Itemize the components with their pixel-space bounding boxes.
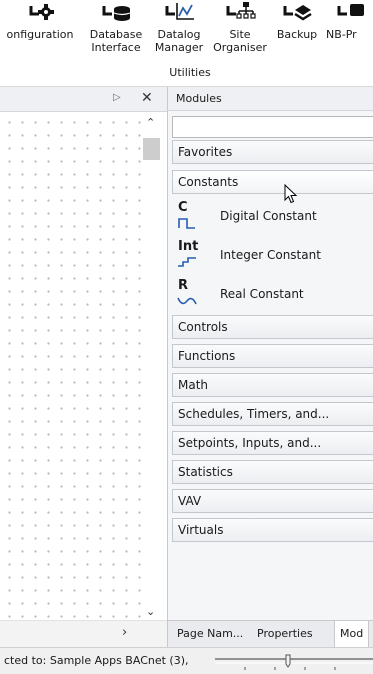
nb-pro-label: NB-Pr <box>326 28 357 41</box>
site-organiser-icon <box>226 2 256 19</box>
category-math[interactable]: Math <box>172 373 373 397</box>
module-name: Integer Constant <box>220 248 321 262</box>
scroll-right-icon[interactable]: › <box>122 625 127 640</box>
connection-status-text: cted to: Sample Apps BACnet (3), <box>4 654 189 667</box>
configuration-button[interactable]: onfiguration <box>0 0 82 66</box>
module-abbr: Int <box>178 239 199 254</box>
configuration-label: onfiguration <box>6 28 74 41</box>
zoom-slider[interactable] <box>215 653 373 671</box>
digital-wave-icon <box>178 218 195 229</box>
tab-page-name[interactable]: Page Nam... <box>172 621 248 647</box>
integer-step-icon <box>178 257 196 267</box>
scroll-up-icon[interactable]: ⌃ <box>146 116 155 129</box>
modules-panel: Modules Favorites Constants C Digital Co… <box>168 87 373 648</box>
nb-pro-button[interactable]: NB-Pr <box>322 0 373 66</box>
category-controls[interactable]: Controls <box>172 315 373 339</box>
horizontal-scrollbar[interactable]: › <box>0 620 167 647</box>
close-icon[interactable]: ✕ <box>141 90 153 106</box>
mouse-cursor-icon <box>284 184 298 204</box>
category-favorites[interactable]: Favorites <box>172 140 373 164</box>
slider-thumb <box>285 654 291 668</box>
tab-modules[interactable]: Mod <box>334 621 370 647</box>
module-name: Digital Constant <box>220 209 317 223</box>
category-vav[interactable]: VAV <box>172 489 373 513</box>
category-virtuals[interactable]: Virtuals <box>172 518 373 542</box>
scrollbar-thumb[interactable] <box>143 138 160 160</box>
tab-properties[interactable]: Properties <box>252 621 318 647</box>
module-abbr: R <box>178 278 189 293</box>
scroll-down-icon[interactable]: ⌄ <box>146 605 155 618</box>
datalog-chart-icon <box>165 3 194 20</box>
diagram-panel: ▷ ✕ ⌃ ⌄ › <box>0 87 168 647</box>
diagram-panel-header: ▷ ✕ <box>0 87 167 112</box>
status-bar: cted to: Sample Apps BACnet (3), <box>0 647 373 674</box>
database-icon <box>102 6 131 21</box>
database-interface-button[interactable]: Database Interface <box>85 0 147 66</box>
ribbon-toolbar: onfiguration Database Interface Datalog … <box>0 0 373 87</box>
datalog-manager-label: Datalog Manager <box>154 28 204 54</box>
backup-icon <box>283 5 312 21</box>
configuration-icon <box>29 4 54 20</box>
category-constants[interactable]: Constants <box>172 170 373 194</box>
database-interface-label: Database Interface <box>89 28 143 54</box>
module-integer-constant[interactable]: Int Integer Constant <box>172 237 373 275</box>
module-digital-constant[interactable]: C Digital Constant <box>172 198 373 236</box>
datalog-manager-button[interactable]: Datalog Manager <box>150 0 208 66</box>
category-setpoints-inputs[interactable]: Setpoints, Inputs, and... <box>172 431 373 455</box>
panel-tab-strip: Page Nam... Properties Mod <box>168 620 373 648</box>
site-organiser-button[interactable]: Site Organiser <box>210 0 270 66</box>
module-abbr: C <box>178 200 188 215</box>
module-real-constant[interactable]: R Real Constant <box>172 276 373 314</box>
pin-icon[interactable]: ▷ <box>113 92 121 103</box>
category-schedules-timers[interactable]: Schedules, Timers, and... <box>172 402 373 426</box>
nb-pro-icon <box>337 4 364 16</box>
module-name: Real Constant <box>220 287 304 301</box>
backup-label: Backup <box>276 28 318 41</box>
diagram-canvas[interactable] <box>0 112 142 620</box>
site-organiser-label: Site Organiser <box>213 28 267 54</box>
category-statistics[interactable]: Statistics <box>172 460 373 484</box>
vertical-scrollbar[interactable]: ⌃ ⌄ <box>142 112 162 620</box>
backup-button[interactable]: Backup <box>272 0 322 66</box>
utilities-group-label: Utilities <box>169 66 211 79</box>
category-functions[interactable]: Functions <box>172 344 373 368</box>
real-sine-icon <box>177 297 197 305</box>
module-search-input[interactable] <box>172 116 373 138</box>
modules-panel-title: Modules <box>168 87 373 111</box>
